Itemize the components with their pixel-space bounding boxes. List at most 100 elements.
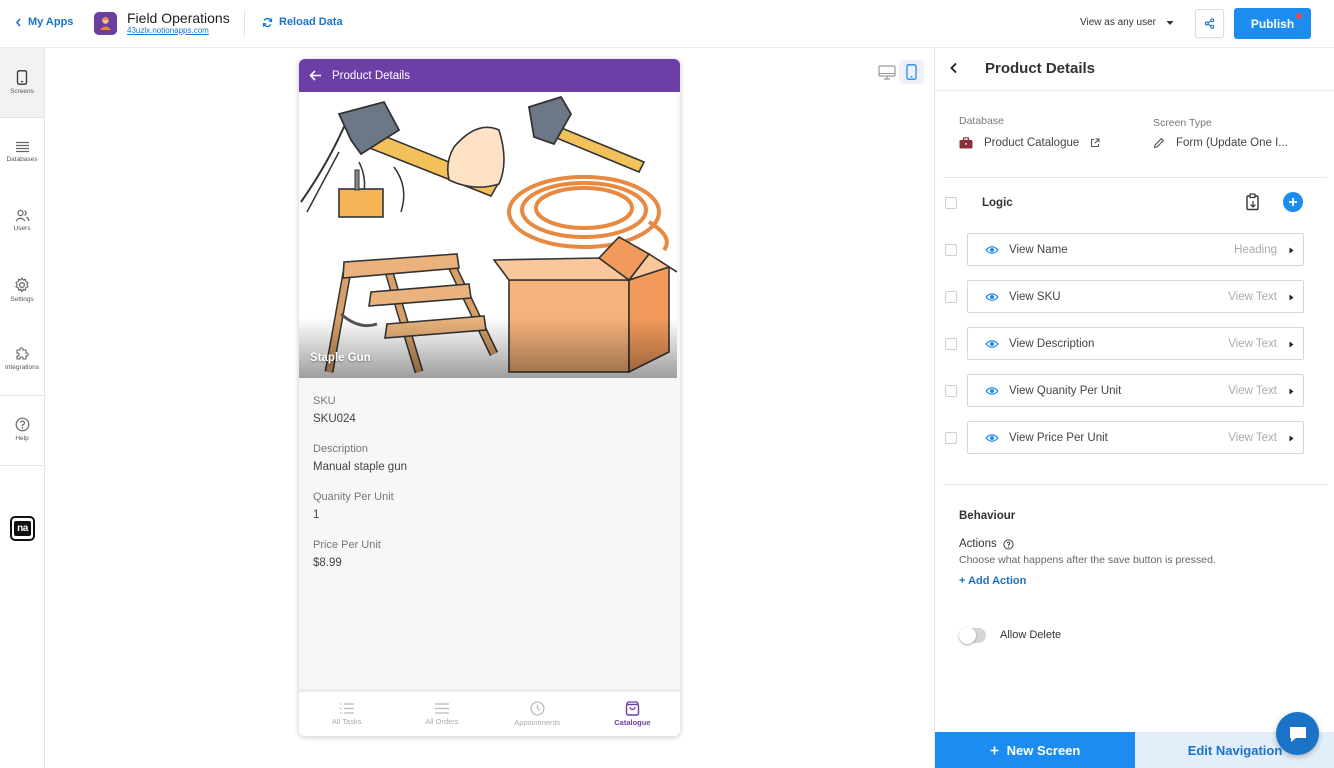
screen-type-value[interactable]: Form (Update One I... [1153, 137, 1288, 149]
app-logo [94, 12, 117, 35]
field-label: SKU [313, 395, 336, 407]
view-type: View Text [1228, 384, 1277, 397]
add-action-button[interactable]: + Add Action [959, 575, 1026, 587]
phone-icon [906, 64, 917, 80]
view-row-price: View Price Per Unit View Text [945, 421, 1305, 454]
my-apps-link[interactable]: My Apps [15, 16, 73, 28]
row-checkbox[interactable] [945, 384, 957, 397]
database-name: Product Catalogue [984, 137, 1080, 149]
nav-label: Appointments [514, 718, 561, 727]
view-card[interactable]: View Price Per Unit View Text [967, 421, 1304, 454]
allow-delete-toggle[interactable] [959, 627, 986, 644]
header-divider [244, 10, 245, 37]
caret-right-icon [1289, 247, 1294, 254]
nav-item-all-orders[interactable]: All Orders [394, 692, 489, 736]
view-row-name: View Name Heading [945, 233, 1305, 266]
reload-data-label: Reload Data [279, 16, 343, 28]
app-url-link[interactable]: 43uzlx.notionapps.com [127, 26, 209, 35]
rail-label: Help [15, 435, 29, 442]
caret-right-icon [1289, 435, 1294, 442]
field-label: Price Per Unit [313, 539, 381, 551]
view-card[interactable]: View Quanity Per Unit View Text [967, 374, 1304, 407]
chevron-left-icon[interactable] [949, 62, 958, 74]
help-icon[interactable] [1003, 538, 1014, 550]
view-card[interactable]: View SKU View Text [967, 280, 1304, 313]
reload-data-button[interactable]: Reload Data [262, 16, 343, 28]
share-icon [1204, 18, 1215, 29]
logic-label: Logic [982, 197, 1013, 209]
add-view-button[interactable] [1283, 192, 1303, 212]
rail-item-help[interactable]: Help [0, 395, 44, 464]
clipboard-icon[interactable] [1245, 193, 1261, 211]
rail-label: Users [13, 225, 31, 232]
nav-item-appointments[interactable]: Appointments [490, 692, 585, 736]
view-card[interactable]: View Description View Text [967, 327, 1304, 360]
eye-icon[interactable] [985, 386, 999, 396]
view-as-user-dropdown[interactable]: View as any user [1080, 17, 1174, 28]
view-type: View Text [1228, 431, 1277, 444]
view-row-description: View Description View Text [945, 327, 1305, 360]
app-title: Field Operations [127, 10, 230, 26]
rail-item-databases[interactable]: Databases [0, 117, 44, 186]
new-screen-label: New Screen [1006, 742, 1081, 758]
publish-label: Publish [1250, 16, 1295, 31]
product-image: Staple Gun [299, 92, 677, 378]
screen-type-label: Screen Type [1153, 117, 1212, 129]
rail-item-integrations[interactable]: Integrations [0, 324, 44, 393]
actions-description: Choose what happens after the save butto… [959, 554, 1216, 566]
rail-item-settings[interactable]: Settings [0, 255, 44, 324]
view-name: View Name [1009, 243, 1068, 256]
nav-label: All Orders [425, 717, 459, 726]
external-link-icon[interactable] [1090, 138, 1100, 148]
view-card[interactable]: View Name Heading [967, 233, 1304, 266]
database-value[interactable]: Product Catalogue [959, 137, 1100, 149]
row-checkbox[interactable] [945, 243, 957, 256]
chat-icon [1288, 725, 1308, 743]
arrow-left-icon[interactable] [309, 70, 322, 81]
publish-button[interactable]: Publish [1234, 8, 1311, 39]
eye-icon[interactable] [985, 433, 999, 443]
actions-label: Actions [959, 538, 997, 550]
eye-icon[interactable] [985, 292, 999, 302]
pencil-icon [1153, 137, 1165, 149]
view-name: View Description [1009, 337, 1095, 350]
share-button[interactable] [1195, 9, 1224, 38]
edit-navigation-label: Edit Navigation [1187, 742, 1283, 758]
rail-item-screens[interactable]: Screens [0, 48, 44, 117]
field-sku: SKU SKU024 [313, 394, 663, 429]
eye-icon[interactable] [985, 339, 999, 349]
view-type: View Text [1228, 290, 1277, 303]
phone-bottom-nav: All Tasks All Orders Appointments Catalo… [299, 689, 680, 736]
notionapps-logo[interactable]: na [10, 516, 35, 541]
new-screen-button[interactable]: New Screen [935, 732, 1135, 768]
row-checkbox[interactable] [945, 290, 957, 303]
view-row-quantity: View Quanity Per Unit View Text [945, 374, 1305, 407]
nav-item-all-tasks[interactable]: All Tasks [299, 692, 394, 736]
users-icon [15, 209, 30, 222]
logic-checkbox[interactable] [945, 197, 957, 209]
top-bar: My Apps Field Operations 43uzlx.notionap… [0, 0, 1334, 48]
row-checkbox[interactable] [945, 431, 957, 444]
gear-icon [14, 276, 30, 293]
notification-dot [1296, 13, 1302, 19]
field-value: Manual staple gun [313, 461, 407, 473]
chat-support-button[interactable] [1276, 712, 1319, 755]
field-value: $8.99 [313, 557, 342, 569]
nav-label: Catalogue [614, 718, 651, 727]
nav-item-catalogue[interactable]: Catalogue [585, 692, 680, 736]
properties-panel: Product Details Database Product Catalog… [934, 48, 1334, 768]
view-name: View SKU [1009, 290, 1061, 303]
desktop-icon [877, 64, 896, 80]
desktop-view-button[interactable] [874, 60, 899, 84]
mobile-view-button[interactable] [899, 60, 924, 84]
rail-item-users[interactable]: Users [0, 186, 44, 255]
row-checkbox[interactable] [945, 337, 957, 350]
help-icon [15, 417, 30, 432]
view-name: View Price Per Unit [1009, 431, 1108, 444]
divider [943, 484, 1327, 485]
caret-right-icon [1289, 341, 1294, 348]
actions-label-row: Actions [959, 538, 1014, 550]
eye-icon[interactable] [985, 245, 999, 255]
view-type: Heading [1234, 243, 1277, 256]
phone-preview: Product Details Staple Gun SKU SKU024 De… [299, 59, 680, 736]
